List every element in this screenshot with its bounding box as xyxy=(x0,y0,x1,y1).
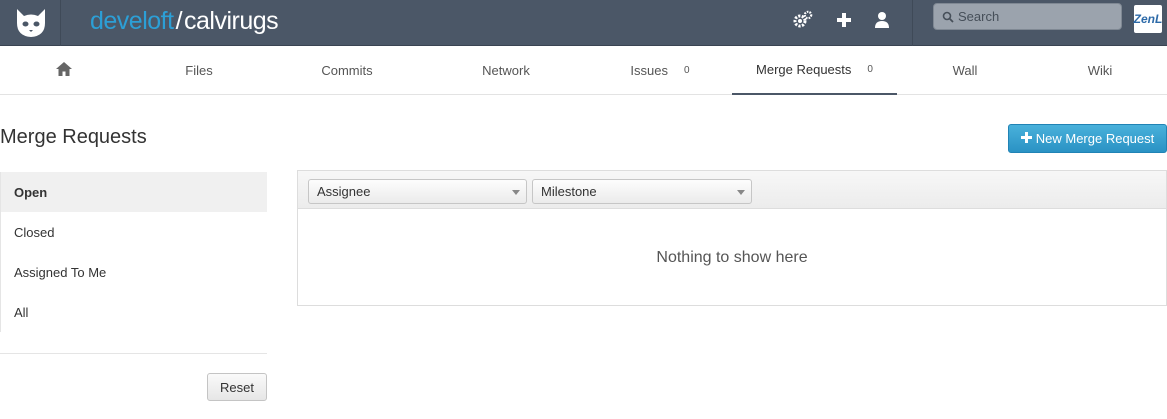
select-label: Milestone xyxy=(541,184,597,199)
tab-network[interactable]: Network xyxy=(424,46,588,95)
select-label: Assignee xyxy=(317,184,371,199)
filter-all[interactable]: All xyxy=(0,292,267,332)
tab-home[interactable] xyxy=(0,46,128,95)
new-merge-request-button[interactable]: New Merge Request xyxy=(1008,124,1167,153)
reset-button[interactable]: Reset xyxy=(207,373,267,401)
caret-down-icon xyxy=(737,190,745,195)
merge-requests-panel: Assignee Milestone Nothing to show here xyxy=(297,170,1167,306)
page-title: Merge Requests xyxy=(0,126,147,148)
empty-state-message: Nothing to show here xyxy=(656,249,808,266)
issues-count: 0 xyxy=(684,65,690,76)
tab-label: Commits xyxy=(321,63,373,78)
filter-label: Assigned To Me xyxy=(14,264,107,280)
tab-commits[interactable]: Commits xyxy=(270,46,424,95)
header-divider xyxy=(912,0,913,46)
caret-down-icon xyxy=(512,190,520,195)
milestone-select[interactable]: Milestone xyxy=(532,179,752,204)
filter-assigned-to-me[interactable]: Assigned To Me xyxy=(0,252,267,292)
profile-user-icon[interactable] xyxy=(870,8,894,32)
filter-closed[interactable]: Closed xyxy=(0,212,267,252)
logo-cat-icon[interactable] xyxy=(12,3,50,41)
search-icon xyxy=(942,10,955,23)
top-header: develoft/calvirugs ZenL xyxy=(0,0,1167,46)
button-label: New Merge Request xyxy=(1035,131,1155,146)
tab-label: Wall xyxy=(952,63,978,78)
tab-label: Network xyxy=(482,63,530,78)
title-separator: / xyxy=(175,7,183,35)
search-input[interactable] xyxy=(958,4,1118,29)
assignee-select[interactable]: Assignee xyxy=(308,179,527,204)
panel-filters: Assignee Milestone xyxy=(298,171,1166,209)
plus-icon xyxy=(1020,130,1032,147)
project-title: develoft/calvirugs xyxy=(90,6,279,36)
filter-divider xyxy=(0,353,267,354)
search-box[interactable] xyxy=(933,3,1122,30)
merge-requests-count: 0 xyxy=(867,64,873,75)
header-divider xyxy=(60,0,61,46)
tab-issues[interactable]: Issues 0 xyxy=(588,46,732,95)
project-nav: Files Commits Network Issues 0 Merge Req… xyxy=(0,46,1167,95)
filter-label: All xyxy=(14,304,29,320)
tab-label: Merge Requests xyxy=(756,62,852,77)
home-icon xyxy=(55,61,73,80)
tab-wiki[interactable]: Wiki xyxy=(1033,46,1167,95)
tab-label: Issues xyxy=(630,63,668,78)
namespace-link[interactable]: develoft xyxy=(90,7,174,35)
filter-list: Open Closed Assigned To Me All xyxy=(0,172,267,332)
new-plus-icon[interactable] xyxy=(832,8,856,32)
filter-label: Open xyxy=(14,184,48,200)
tab-files[interactable]: Files xyxy=(128,46,270,95)
tab-wall[interactable]: Wall xyxy=(897,46,1033,95)
admin-gears-icon[interactable] xyxy=(791,8,815,32)
tab-merge-requests[interactable]: Merge Requests 0 xyxy=(732,46,897,95)
avatar[interactable]: ZenL xyxy=(1134,5,1162,33)
project-link[interactable]: calvirugs xyxy=(184,7,279,35)
filter-label: Closed xyxy=(14,224,55,240)
tab-label: Files xyxy=(185,63,213,78)
filter-open[interactable]: Open xyxy=(0,172,267,212)
tab-label: Wiki xyxy=(1087,63,1113,78)
